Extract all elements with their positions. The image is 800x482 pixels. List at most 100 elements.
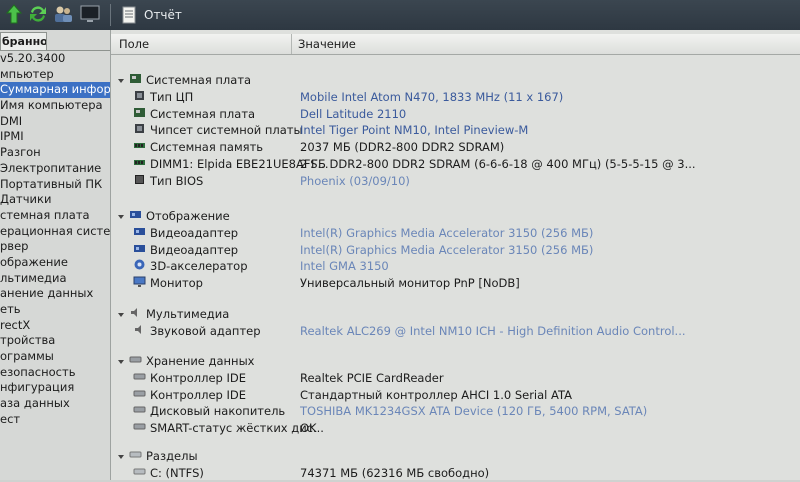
nav-item[interactable]: тройства [0, 333, 110, 349]
field-cell[interactable]: Дисковый накопитель [133, 403, 285, 419]
disk-icon [133, 403, 146, 420]
nav-item[interactable]: ображение [0, 255, 110, 271]
nav-item[interactable]: Портативный ПК [0, 177, 110, 193]
group-title: Системная плата [146, 73, 252, 87]
nav-item[interactable]: rectX [0, 318, 110, 334]
value-cell[interactable]: 74371 МБ (62316 МБ свободно) [300, 465, 489, 481]
field-cell[interactable]: Контроллер IDE [133, 370, 246, 386]
motherboard-icon [129, 72, 142, 89]
field-label: Тип BIOS [150, 173, 204, 188]
video-adapter-icon [133, 225, 146, 242]
value-cell[interactable]: Intel(R) Graphics Media Accelerator 3150… [300, 225, 593, 241]
nav-item[interactable]: Имя компьютера [0, 98, 110, 114]
group-header[interactable]: Отображение [117, 208, 230, 224]
nav-item[interactable]: анение данных [0, 286, 110, 302]
collapse-chevron-icon[interactable] [117, 209, 125, 225]
field-label: Тип ЦП [150, 89, 194, 104]
value-cell[interactable]: Intel Tiger Point NM10, Intel Pineview-M [300, 122, 528, 138]
report-icon [122, 6, 136, 24]
partition-icon [133, 465, 146, 482]
monitor-icon [133, 275, 146, 292]
nav-item[interactable]: рвер [0, 239, 110, 255]
disk-icon [133, 387, 146, 404]
nav-item[interactable]: v5.20.3400 [0, 51, 110, 67]
users-icon[interactable] [52, 3, 74, 25]
refresh-up-icon[interactable] [3, 3, 25, 25]
nav-item[interactable]: ерационная система [0, 224, 110, 240]
monitor-icon[interactable] [79, 3, 101, 25]
memory-icon [133, 139, 146, 156]
field-label: Системная плата [150, 106, 256, 121]
navigation-tree: v5.20.3400мпьютерСуммарная информаИмя ко… [0, 50, 110, 428]
group-header[interactable]: Системная плата [117, 72, 251, 88]
nav-item[interactable]: Суммарная информа [0, 82, 110, 99]
multimedia-icon [129, 306, 142, 323]
collapse-chevron-icon[interactable] [117, 73, 125, 89]
group-header[interactable]: Хранение данных [117, 353, 254, 369]
field-cell[interactable]: Тип BIOS [133, 173, 203, 189]
value-cell[interactable]: Стандартный контроллер AHCI 1.0 Serial A… [300, 387, 572, 403]
field-cell[interactable]: 3D-акселератор [133, 258, 248, 274]
nav-item[interactable]: еть [0, 302, 110, 318]
nav-item[interactable]: Электропитание [0, 161, 110, 177]
nav-item[interactable]: нфигурация [0, 380, 110, 396]
nav-item[interactable]: льтимедиа [0, 271, 110, 287]
group-title: Разделы [146, 449, 198, 463]
nav-item[interactable]: мпьютер [0, 67, 110, 83]
field-cell[interactable]: Тип ЦП [133, 89, 193, 105]
field-cell[interactable]: Видеоадаптер [133, 225, 238, 241]
nav-item[interactable]: езопасность [0, 365, 110, 381]
value-cell[interactable]: OK [300, 420, 317, 436]
value-cell[interactable]: TOSHIBA MK1234GSX ATA Device (120 ГБ, 54… [300, 403, 647, 419]
nav-item[interactable]: Датчики [0, 192, 110, 208]
field-cell[interactable]: Чипсет системной платы [133, 122, 303, 138]
field-cell[interactable]: Звуковой адаптер [133, 323, 261, 339]
group-header[interactable]: Мультимедиа [117, 306, 229, 322]
report-button[interactable]: Отчёт [120, 3, 182, 27]
field-cell[interactable]: Системная память [133, 139, 263, 155]
field-label: SMART-статус жёстких дис... [150, 421, 324, 436]
field-label: 3D-акселератор [150, 259, 248, 274]
value-cell[interactable]: 2 ГБ DDR2-800 DDR2 SDRAM (6-6-6-18 @ 400… [300, 156, 696, 172]
nav-item[interactable]: аза данных [0, 396, 110, 412]
memory-icon [133, 156, 146, 173]
field-label: Звуковой адаптер [150, 323, 261, 338]
tab-favorites[interactable]: бранное [0, 32, 47, 50]
collapse-chevron-icon[interactable] [117, 307, 125, 323]
value-cell[interactable]: Intel GMA 3150 [300, 258, 389, 274]
column-divider[interactable] [291, 34, 292, 54]
nav-item[interactable]: стемная плата [0, 208, 110, 224]
cpu-icon [133, 122, 146, 139]
field-cell[interactable]: Видеоадаптер [133, 242, 238, 258]
nav-item[interactable]: IPMI [0, 129, 110, 145]
field-cell[interactable]: SMART-статус жёстких дис... [133, 420, 324, 436]
value-cell[interactable]: Mobile Intel Atom N470, 1833 MHz (11 x 1… [300, 89, 563, 105]
nav-item[interactable]: ест [0, 412, 110, 428]
field-label: Видеоадаптер [150, 242, 239, 257]
value-cell[interactable]: Универсальный монитор PnP [NoDB] [300, 275, 520, 291]
group-header[interactable]: Разделы [117, 448, 198, 464]
column-header: Поле Значение [111, 34, 800, 55]
3d-accelerator-icon [133, 258, 146, 275]
field-cell[interactable]: Системная плата [133, 106, 255, 122]
nav-item[interactable]: Разгон [0, 145, 110, 161]
storage-icon [129, 353, 142, 370]
refresh-icon[interactable] [27, 3, 49, 25]
nav-item[interactable]: ограммы [0, 349, 110, 365]
value-cell[interactable]: Realtek PCIE CardReader [300, 370, 444, 386]
field-cell[interactable]: C: (NTFS) [133, 465, 204, 481]
value-cell[interactable]: Intel(R) Graphics Media Accelerator 3150… [300, 242, 593, 258]
field-cell[interactable]: Контроллер IDE [133, 387, 246, 403]
collapse-chevron-icon[interactable] [117, 354, 125, 370]
value-cell[interactable]: Phoenix (03/09/10) [300, 173, 410, 189]
value-cell[interactable]: Realtek ALC269 @ Intel NM10 ICH - High D… [300, 323, 686, 339]
collapse-chevron-icon[interactable] [117, 449, 125, 465]
report-label: Отчёт [144, 8, 182, 22]
nav-item[interactable]: DMI [0, 114, 110, 130]
value-cell[interactable]: Dell Latitude 2110 [300, 106, 406, 122]
column-value[interactable]: Значение [298, 37, 356, 51]
field-cell[interactable]: Монитор [133, 275, 203, 291]
video-adapter-icon [133, 242, 146, 259]
value-cell[interactable]: 2037 МБ (DDR2-800 DDR2 SDRAM) [300, 139, 504, 155]
column-field[interactable]: Поле [119, 37, 149, 51]
